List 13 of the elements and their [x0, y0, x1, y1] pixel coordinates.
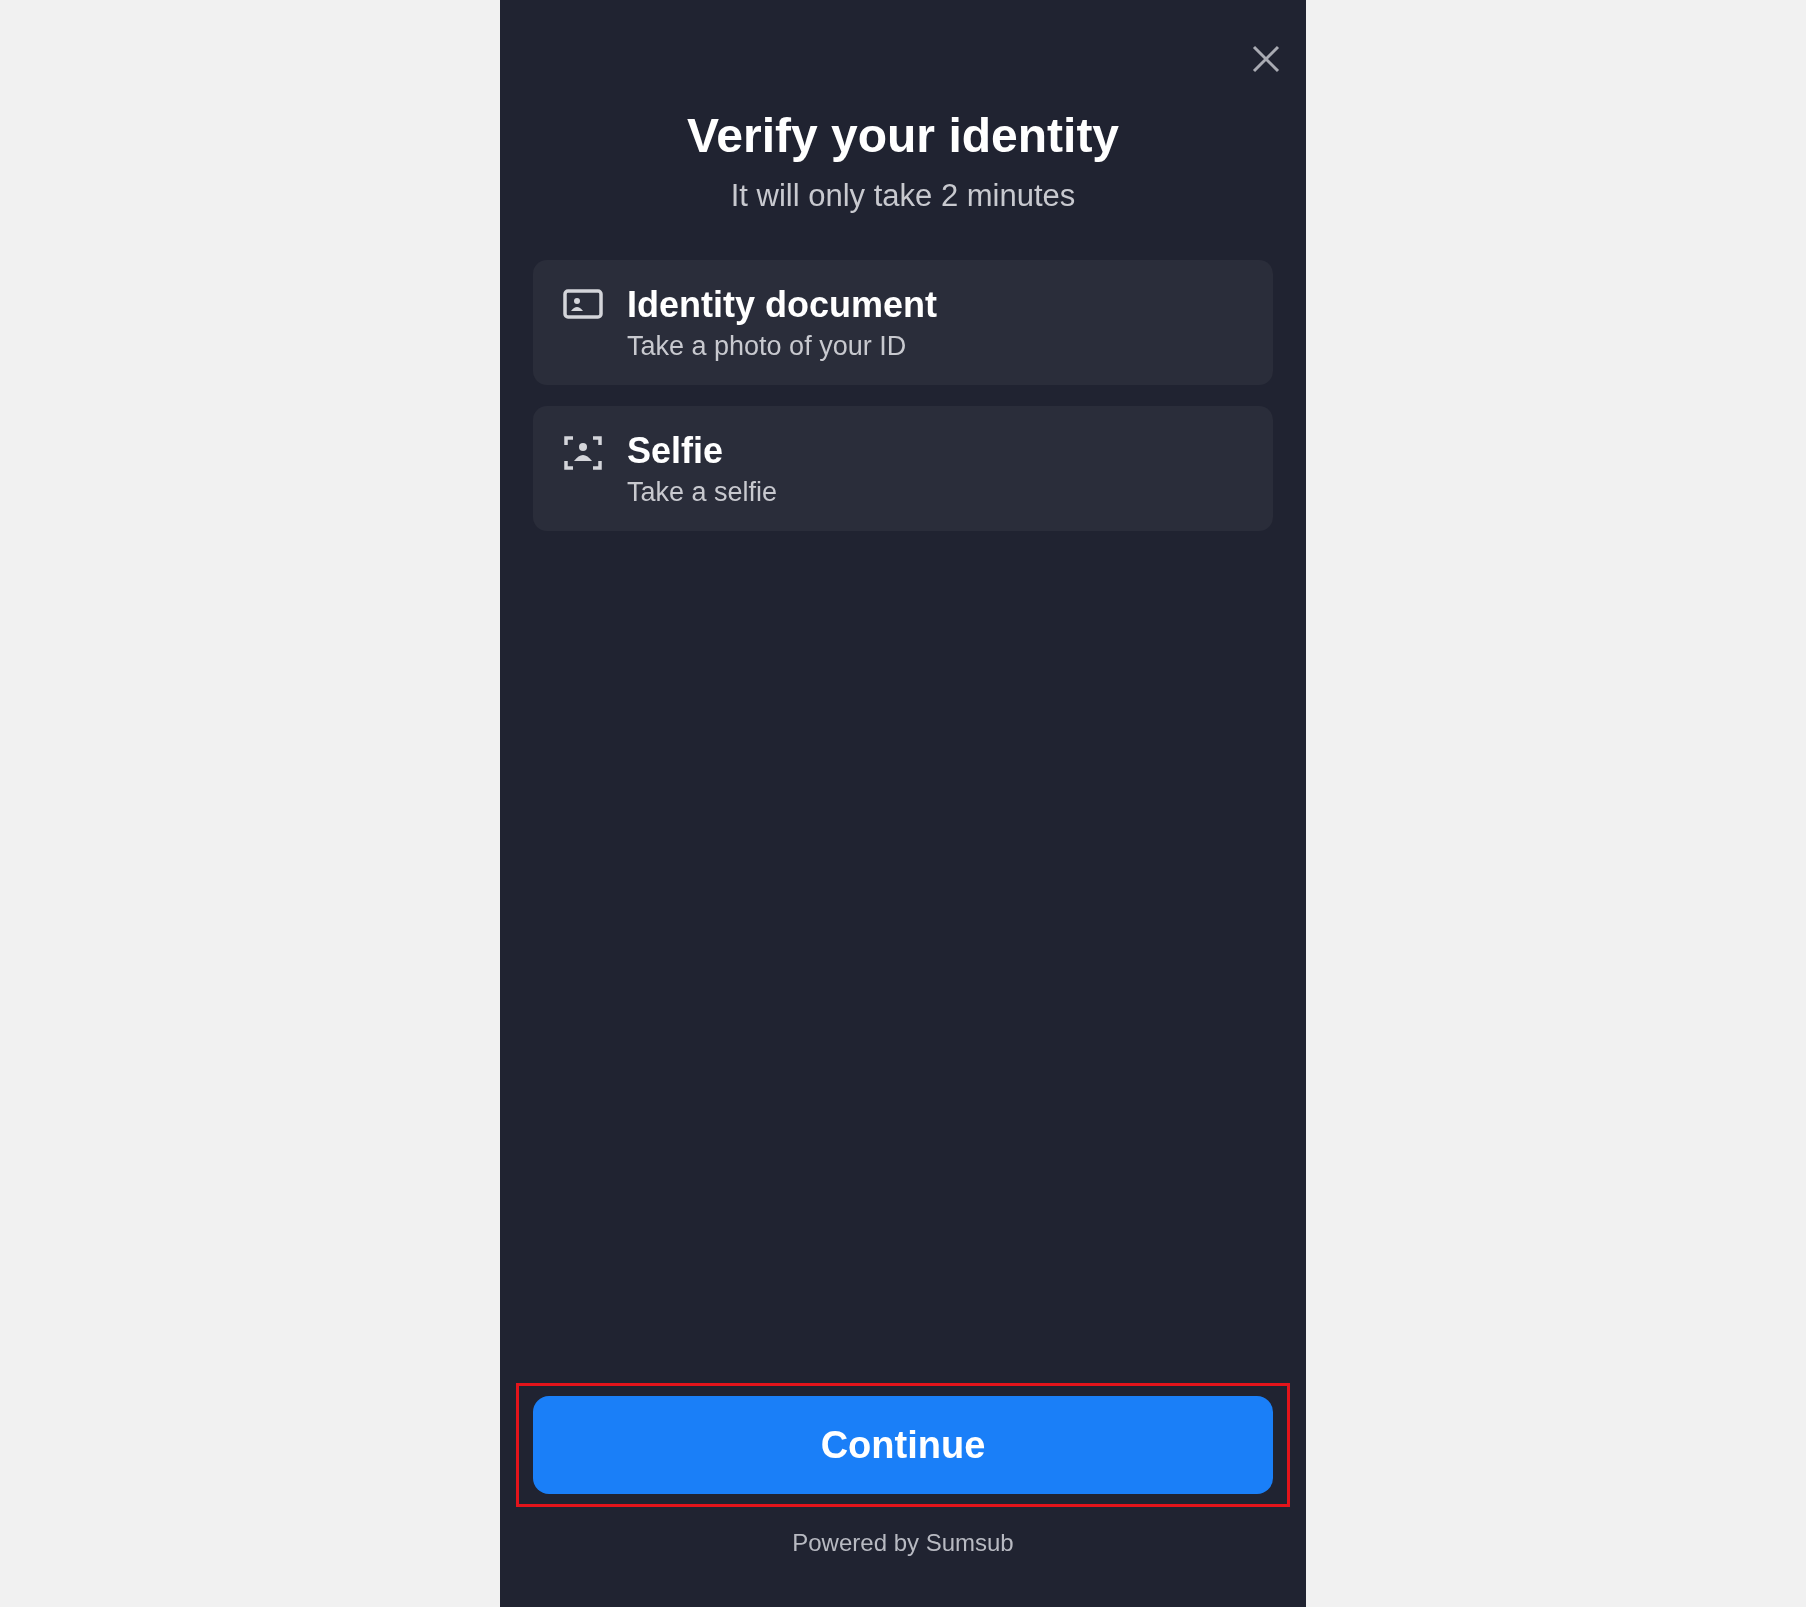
id-card-icon [563, 288, 603, 320]
step-card[interactable]: Selfie Take a selfie [533, 406, 1273, 531]
step-subtitle: Take a photo of your ID [627, 330, 908, 363]
step-title: Selfie [627, 430, 725, 472]
close-icon[interactable] [1251, 44, 1281, 74]
powered-by-text: Powered by Sumsub [791, 1529, 1015, 1557]
screen-title: Verify your identity [685, 108, 1121, 164]
step-title: Identity document [627, 284, 937, 326]
continue-button[interactable]: Continue [533, 1396, 1273, 1494]
face-scan-icon [563, 434, 603, 472]
step-subtitle: Take a selfie [627, 476, 778, 509]
screen-subtitle: It will only take 2 minutes [729, 178, 1077, 214]
step-card[interactable]: Identity document Take a photo of your ID [533, 260, 1273, 385]
